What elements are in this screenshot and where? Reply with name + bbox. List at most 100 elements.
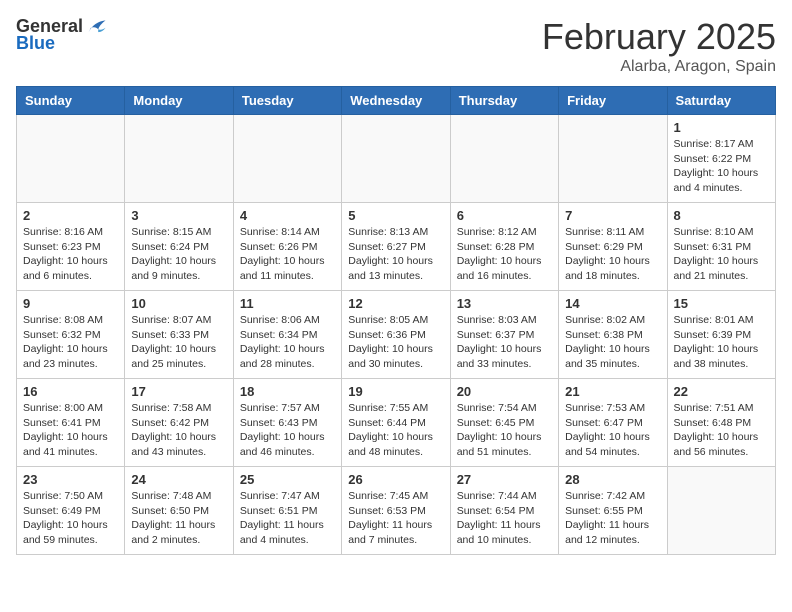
calendar-cell: 4Sunrise: 8:14 AM Sunset: 6:26 PM Daylig… <box>233 203 341 291</box>
day-number: 3 <box>131 208 226 223</box>
day-number: 5 <box>348 208 443 223</box>
calendar-table: SundayMondayTuesdayWednesdayThursdayFrid… <box>16 86 776 555</box>
col-header-wednesday: Wednesday <box>342 87 450 115</box>
day-number: 21 <box>565 384 660 399</box>
calendar-cell: 23 Sunrise: 7:50 AM Sunset: 6:49 PM Dayli… <box>17 467 125 555</box>
calendar-cell: 12 Sunrise: 8:05 AM Sunset: 6:36 PM Dayli… <box>342 291 450 379</box>
calendar-cell: 27 Sunrise: 7:44 AM Sunset: 6:54 PM Dayli… <box>450 467 558 555</box>
calendar-header-row: SundayMondayTuesdayWednesdayThursdayFrid… <box>17 87 776 115</box>
day-info: Sunrise: 8:05 AM Sunset: 6:36 PM Dayligh… <box>348 313 443 372</box>
day-info: Sunrise: 8:02 AM Sunset: 6:38 PM Dayligh… <box>565 313 660 372</box>
calendar-cell: 8Sunrise: 8:10 AM Sunset: 6:31 PM Daylig… <box>667 203 775 291</box>
calendar-cell: 26Sunrise: 7:45 AM Sunset: 6:53 PM Dayli… <box>342 467 450 555</box>
col-header-sunday: Sunday <box>17 87 125 115</box>
calendar-cell: 2 Sunrise: 8:16 AM Sunset: 6:23 PM Daylig… <box>17 203 125 291</box>
calendar-cell: 6 Sunrise: 8:12 AM Sunset: 6:28 PM Daylig… <box>450 203 558 291</box>
day-number: 8 <box>674 208 769 223</box>
day-info: Sunrise: 7:44 AM Sunset: 6:54 PM Dayligh… <box>457 489 552 548</box>
day-number: 2 <box>23 208 118 223</box>
calendar-week-row: 16 Sunrise: 8:00 AM Sunset: 6:41 PM Dayli… <box>17 379 776 467</box>
calendar-cell: 11Sunrise: 8:06 AM Sunset: 6:34 PM Dayli… <box>233 291 341 379</box>
day-info: Sunrise: 8:03 AM Sunset: 6:37 PM Dayligh… <box>457 313 552 372</box>
calendar-cell: 16 Sunrise: 8:00 AM Sunset: 6:41 PM Dayli… <box>17 379 125 467</box>
day-info: Sunrise: 8:11 AM Sunset: 6:29 PM Dayligh… <box>565 225 660 284</box>
day-info: Sunrise: 7:45 AM Sunset: 6:53 PM Dayligh… <box>348 489 443 548</box>
calendar-week-row: 2 Sunrise: 8:16 AM Sunset: 6:23 PM Daylig… <box>17 203 776 291</box>
calendar-cell <box>559 115 667 203</box>
calendar-cell: 25 Sunrise: 7:47 AM Sunset: 6:51 PM Dayli… <box>233 467 341 555</box>
day-info: Sunrise: 7:47 AM Sunset: 6:51 PM Dayligh… <box>240 489 335 548</box>
logo: General Blue <box>16 16 107 54</box>
day-number: 1 <box>674 120 769 135</box>
calendar-cell: 1 Sunrise: 8:17 AM Sunset: 6:22 PM Daylig… <box>667 115 775 203</box>
calendar-cell: 19 Sunrise: 7:55 AM Sunset: 6:44 PM Dayli… <box>342 379 450 467</box>
calendar-cell: 15 Sunrise: 8:01 AM Sunset: 6:39 PM Dayli… <box>667 291 775 379</box>
calendar-cell <box>233 115 341 203</box>
calendar-cell: 9Sunrise: 8:08 AM Sunset: 6:32 PM Daylig… <box>17 291 125 379</box>
day-info: Sunrise: 8:15 AM Sunset: 6:24 PM Dayligh… <box>131 225 226 284</box>
col-header-tuesday: Tuesday <box>233 87 341 115</box>
calendar-cell: 3 Sunrise: 8:15 AM Sunset: 6:24 PM Daylig… <box>125 203 233 291</box>
day-info: Sunrise: 7:57 AM Sunset: 6:43 PM Dayligh… <box>240 401 335 460</box>
day-info: Sunrise: 8:16 AM Sunset: 6:23 PM Dayligh… <box>23 225 118 284</box>
day-info: Sunrise: 7:48 AM Sunset: 6:50 PM Dayligh… <box>131 489 226 548</box>
day-info: Sunrise: 8:00 AM Sunset: 6:41 PM Dayligh… <box>23 401 118 460</box>
col-header-saturday: Saturday <box>667 87 775 115</box>
location-subtitle: Alarba, Aragon, Spain <box>542 58 776 76</box>
calendar-cell: 7 Sunrise: 8:11 AM Sunset: 6:29 PM Daylig… <box>559 203 667 291</box>
day-number: 23 <box>23 472 118 487</box>
day-number: 6 <box>457 208 552 223</box>
day-info: Sunrise: 8:01 AM Sunset: 6:39 PM Dayligh… <box>674 313 769 372</box>
calendar-cell: 21 Sunrise: 7:53 AM Sunset: 6:47 PM Dayli… <box>559 379 667 467</box>
calendar-cell: 13 Sunrise: 8:03 AM Sunset: 6:37 PM Dayli… <box>450 291 558 379</box>
day-info: Sunrise: 7:42 AM Sunset: 6:55 PM Dayligh… <box>565 489 660 548</box>
day-info: Sunrise: 7:54 AM Sunset: 6:45 PM Dayligh… <box>457 401 552 460</box>
calendar-cell: 14Sunrise: 8:02 AM Sunset: 6:38 PM Dayli… <box>559 291 667 379</box>
calendar-cell <box>342 115 450 203</box>
day-info: Sunrise: 8:12 AM Sunset: 6:28 PM Dayligh… <box>457 225 552 284</box>
col-header-friday: Friday <box>559 87 667 115</box>
day-number: 17 <box>131 384 226 399</box>
day-info: Sunrise: 7:55 AM Sunset: 6:44 PM Dayligh… <box>348 401 443 460</box>
day-number: 9 <box>23 296 118 311</box>
day-info: Sunrise: 7:51 AM Sunset: 6:48 PM Dayligh… <box>674 401 769 460</box>
logo-bird-icon <box>85 16 107 38</box>
month-title: February 2025 <box>542 16 776 58</box>
col-header-monday: Monday <box>125 87 233 115</box>
day-number: 13 <box>457 296 552 311</box>
day-number: 28 <box>565 472 660 487</box>
day-number: 20 <box>457 384 552 399</box>
calendar-cell: 20 Sunrise: 7:54 AM Sunset: 6:45 PM Dayli… <box>450 379 558 467</box>
day-number: 24 <box>131 472 226 487</box>
day-number: 12 <box>348 296 443 311</box>
page-header: General Blue February 2025 Alarba, Arago… <box>16 16 776 76</box>
day-info: Sunrise: 8:14 AM Sunset: 6:26 PM Dayligh… <box>240 225 335 284</box>
calendar-cell: 18Sunrise: 7:57 AM Sunset: 6:43 PM Dayli… <box>233 379 341 467</box>
day-info: Sunrise: 7:58 AM Sunset: 6:42 PM Dayligh… <box>131 401 226 460</box>
day-number: 16 <box>23 384 118 399</box>
day-number: 11 <box>240 296 335 311</box>
day-number: 15 <box>674 296 769 311</box>
calendar-cell: 24 Sunrise: 7:48 AM Sunset: 6:50 PM Dayli… <box>125 467 233 555</box>
calendar-week-row: 1 Sunrise: 8:17 AM Sunset: 6:22 PM Daylig… <box>17 115 776 203</box>
day-number: 10 <box>131 296 226 311</box>
day-number: 19 <box>348 384 443 399</box>
calendar-cell <box>17 115 125 203</box>
calendar-cell <box>125 115 233 203</box>
day-number: 25 <box>240 472 335 487</box>
calendar-week-row: 9Sunrise: 8:08 AM Sunset: 6:32 PM Daylig… <box>17 291 776 379</box>
calendar-cell: 17 Sunrise: 7:58 AM Sunset: 6:42 PM Dayli… <box>125 379 233 467</box>
calendar-cell: 10Sunrise: 8:07 AM Sunset: 6:33 PM Dayli… <box>125 291 233 379</box>
day-number: 27 <box>457 472 552 487</box>
day-info: Sunrise: 8:13 AM Sunset: 6:27 PM Dayligh… <box>348 225 443 284</box>
calendar-cell: 22Sunrise: 7:51 AM Sunset: 6:48 PM Dayli… <box>667 379 775 467</box>
day-number: 7 <box>565 208 660 223</box>
day-info: Sunrise: 8:17 AM Sunset: 6:22 PM Dayligh… <box>674 137 769 196</box>
col-header-thursday: Thursday <box>450 87 558 115</box>
day-info: Sunrise: 7:50 AM Sunset: 6:49 PM Dayligh… <box>23 489 118 548</box>
calendar-cell <box>450 115 558 203</box>
calendar-cell: 28 Sunrise: 7:42 AM Sunset: 6:55 PM Dayli… <box>559 467 667 555</box>
calendar-cell <box>667 467 775 555</box>
day-info: Sunrise: 7:53 AM Sunset: 6:47 PM Dayligh… <box>565 401 660 460</box>
calendar-cell: 5 Sunrise: 8:13 AM Sunset: 6:27 PM Daylig… <box>342 203 450 291</box>
